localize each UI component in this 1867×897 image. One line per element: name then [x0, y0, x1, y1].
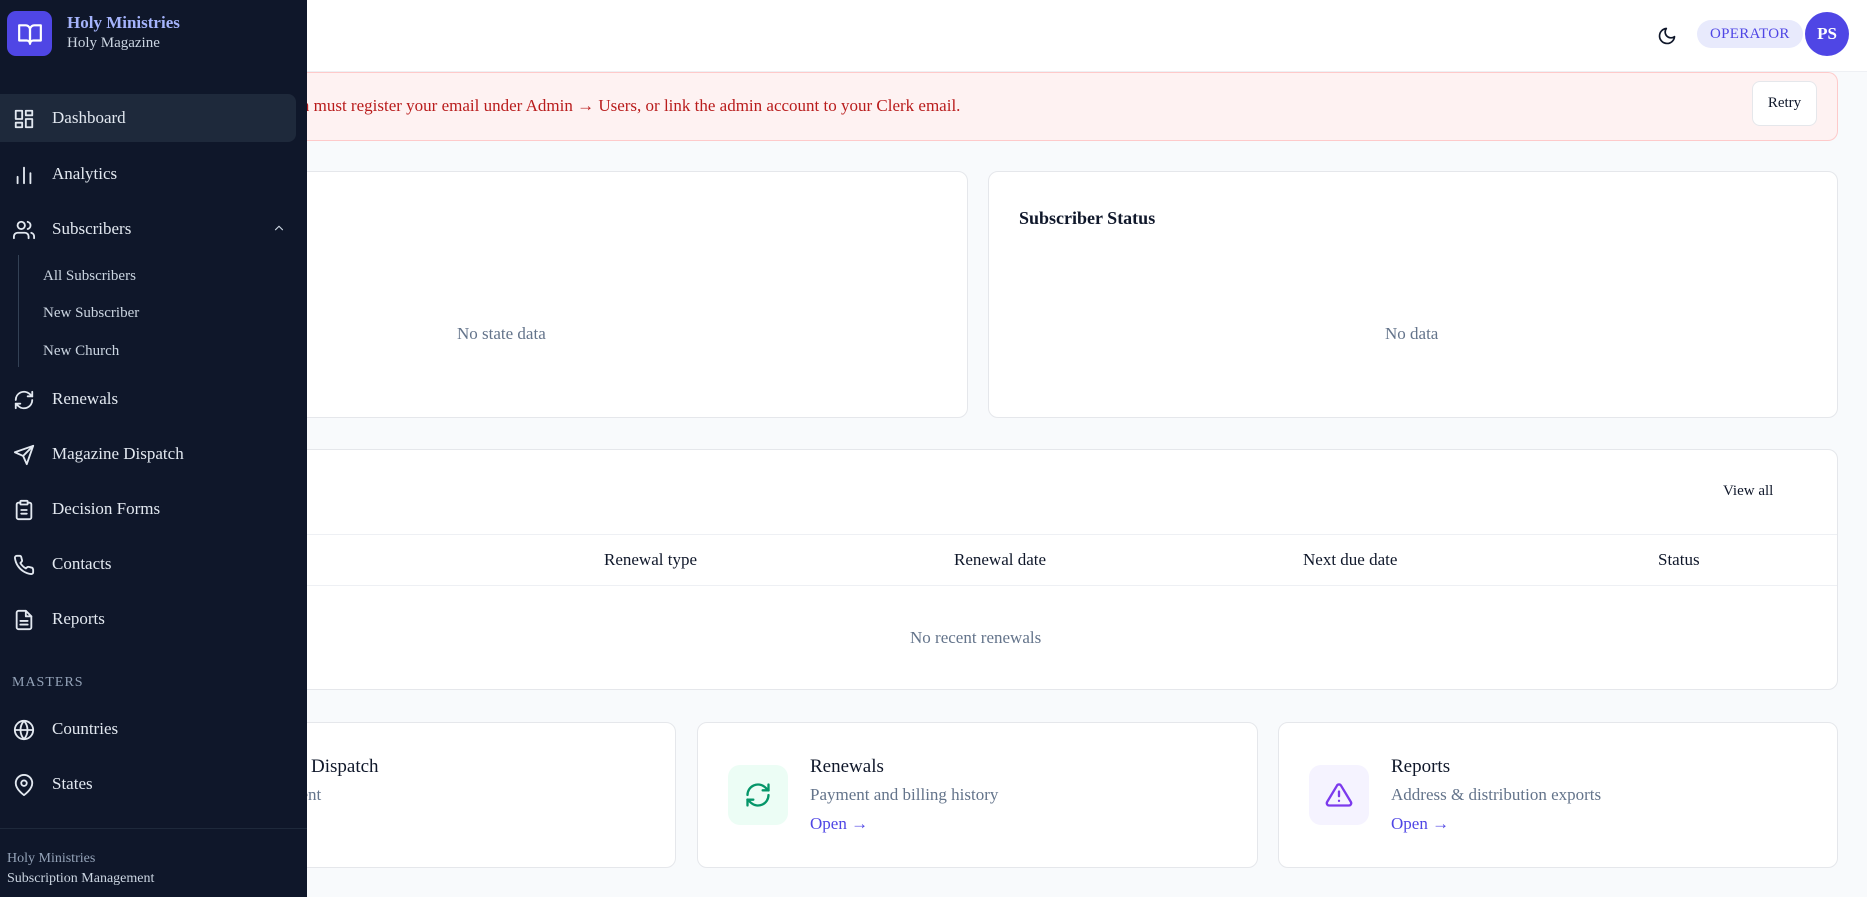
clipboard-icon — [12, 498, 36, 522]
sidebar-subitem-all-subscribers[interactable]: All Subscribers — [43, 268, 136, 285]
column-header[interactable]: Renewal type — [604, 550, 697, 570]
sidebar-item-subscribers[interactable]: Subscribers — [0, 205, 296, 253]
quick-link-desc: Payment and billing history — [810, 785, 999, 804]
sidebar-item-reports[interactable]: Reports — [0, 595, 296, 643]
open-link[interactable]: Open → — [810, 814, 868, 834]
chevron-up-icon[interactable] — [272, 221, 288, 237]
user-avatar[interactable]: PS — [1805, 12, 1849, 56]
sidebar-item-label: Countries — [52, 719, 119, 738]
quick-link-title: Renewals — [810, 756, 884, 777]
refresh-icon — [12, 388, 36, 412]
sidebar-subitem-new-subscriber[interactable]: New Subscriber — [43, 305, 139, 322]
subnav-line — [18, 255, 19, 367]
open-link[interactable]: Open → — [1391, 814, 1449, 834]
masters-section-label: MASTERS — [12, 675, 84, 690]
file-text-icon — [12, 608, 36, 632]
send-icon — [12, 443, 36, 467]
sidebar-item-renewals[interactable]: Renewals — [0, 375, 296, 423]
brand-subtitle: Holy Magazine — [67, 35, 160, 51]
users-icon — [12, 218, 36, 242]
empty-state-text: No data — [1385, 324, 1439, 343]
empty-state-text: No recent renewals — [910, 628, 1042, 647]
view-all-link[interactable]: View all — [1723, 483, 1773, 500]
globe-icon — [12, 718, 36, 742]
sidebar-item-label: States — [52, 774, 93, 793]
column-header[interactable]: Status — [1658, 550, 1700, 570]
sidebar-item-label: Magazine Dispatch — [52, 444, 184, 463]
map-pin-icon — [12, 773, 36, 797]
role-badge: OPERATOR — [1697, 20, 1803, 48]
phone-icon — [12, 553, 36, 577]
column-header[interactable]: Renewal date — [954, 550, 1046, 570]
sidebar-item-decision-forms[interactable]: Decision Forms — [0, 485, 296, 533]
layout-grid-icon — [12, 107, 36, 131]
sidebar-item-dashboard[interactable]: Dashboard — [0, 94, 296, 142]
sidebar-item-contacts[interactable]: Contacts — [0, 540, 296, 588]
sidebar-footer: Holy Ministries Subscription Management — [0, 828, 307, 897]
sidebar-item-countries[interactable]: Countries — [0, 705, 296, 753]
alert-triangle-icon — [1309, 765, 1369, 825]
quick-link-title: Dispatch — [311, 756, 379, 777]
brand[interactable]: Holy Ministries Holy Magazine — [7, 11, 297, 59]
sidebar-item-label: Renewals — [52, 389, 119, 408]
sidebar-item-label: Contacts — [52, 554, 112, 573]
retry-button[interactable]: Retry — [1752, 81, 1817, 126]
book-open-icon — [7, 11, 52, 56]
quick-link-reports[interactable]: Reports Address & distribution exports O… — [1278, 722, 1838, 868]
card-title: Subscriber Status — [1019, 208, 1156, 228]
sidebar-item-label: Decision Forms — [52, 499, 161, 518]
sidebar-item-states[interactable]: States — [0, 760, 296, 808]
column-header[interactable]: Next due date — [1303, 550, 1397, 570]
quick-link-desc: Address & distribution exports — [1391, 785, 1602, 804]
sidebar: Holy Ministries Holy Magazine Dashboard … — [0, 0, 307, 897]
theme-toggle-button[interactable] — [1651, 20, 1683, 52]
moon-icon — [1657, 26, 1677, 46]
refresh-icon — [728, 765, 788, 825]
sidebar-item-magazine-dispatch[interactable]: Magazine Dispatch — [0, 430, 296, 478]
brand-name: Holy Ministries — [67, 13, 180, 32]
sidebar-item-label: Subscribers — [52, 219, 132, 238]
footer-app-name: Subscription Management — [7, 871, 155, 886]
quick-link-renewals[interactable]: Renewals Payment and billing history Ope… — [697, 722, 1258, 868]
sidebar-item-analytics[interactable]: Analytics — [0, 150, 296, 198]
sidebar-item-label: Reports — [52, 609, 105, 628]
quick-link-title: Reports — [1391, 756, 1451, 777]
sidebar-item-label: Analytics — [52, 164, 118, 183]
footer-org-name: Holy Ministries — [7, 851, 96, 866]
subscriber-status-card: Subscriber Status No data — [988, 171, 1838, 418]
empty-state-text: No state data — [457, 324, 546, 343]
sidebar-subitem-new-church[interactable]: New Church — [43, 343, 119, 360]
bar-chart-icon — [12, 163, 36, 187]
sidebar-item-label: Dashboard — [52, 108, 126, 127]
